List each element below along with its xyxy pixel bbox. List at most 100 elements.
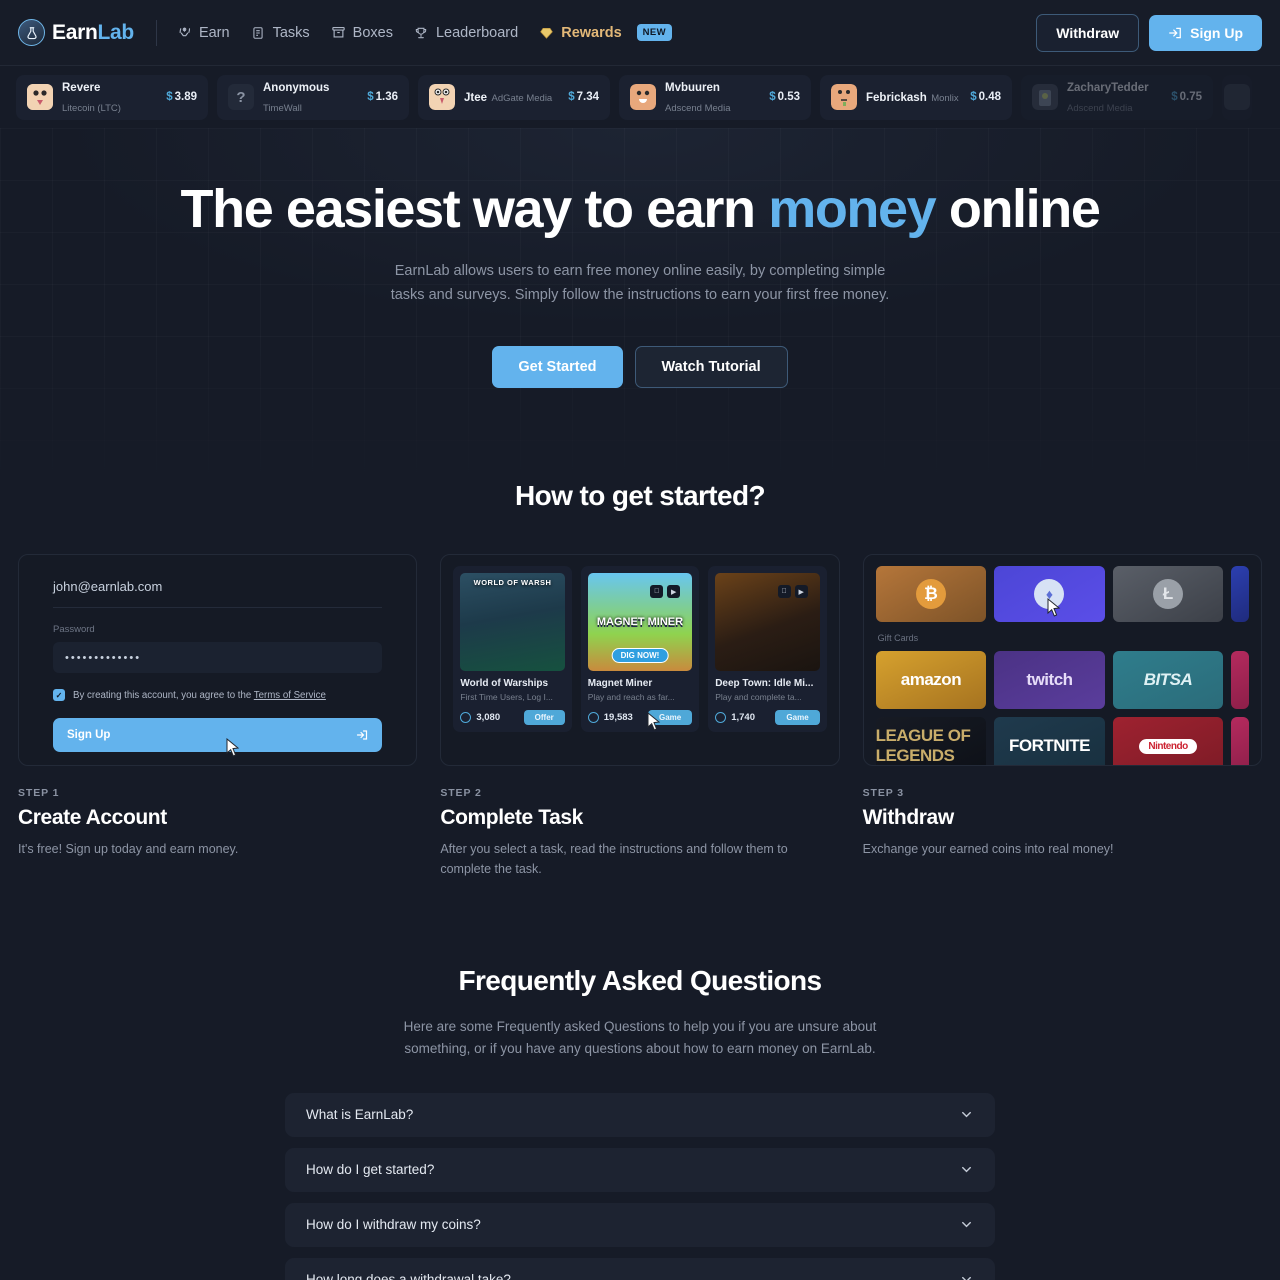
ticker-item[interactable]: ? Anonymous TimeWall $1.36 xyxy=(217,74,409,120)
mock-password-input[interactable]: ••••••••••••• xyxy=(53,642,383,673)
crypto-tile-partial[interactable] xyxy=(1231,566,1249,622)
signup-button[interactable]: Sign Up xyxy=(1149,14,1262,51)
mock-signup-button[interactable]: Sign Up xyxy=(53,718,383,757)
ticker-item-partial[interactable] xyxy=(1222,74,1252,120)
ticker-item[interactable]: Revere Litecoin (LTC) $3.89 xyxy=(16,74,208,120)
step-description: It's free! Sign up today and earn money. xyxy=(18,842,239,856)
android-store-icon: ▶ xyxy=(794,585,808,598)
chevron-down-icon[interactable] xyxy=(959,1162,974,1177)
withdraw-button[interactable]: Withdraw xyxy=(1036,13,1140,52)
ticker-username: ZacharyTedder xyxy=(1067,82,1149,94)
ticker-item[interactable]: Jtee AdGate Media $7.34 xyxy=(418,74,610,120)
ticker-info: Anonymous TimeWall xyxy=(263,77,358,117)
checkbox-checked-icon[interactable]: ✓ xyxy=(53,689,65,701)
gift-card-bitsa[interactable]: BITSA xyxy=(1112,651,1224,709)
step-title: Withdraw xyxy=(862,806,955,829)
ticker-item[interactable]: Mvbuuren Adscend Media $0.53 xyxy=(619,74,811,120)
ticker-item[interactable]: ZacharyTedder Adscend Media $0.75 xyxy=(1021,74,1213,120)
gift-cards-row-1: amazon twitch BITSA xyxy=(875,651,1249,709)
faq-question: How long does a withdrawal take? xyxy=(306,1272,511,1280)
ticker-amount: $3.89 xyxy=(166,91,197,103)
step-title: Create Account xyxy=(18,806,167,829)
faq-question: How do I get started? xyxy=(306,1162,435,1178)
task-subtitle: Play and complete ta... xyxy=(715,692,802,702)
faq-item[interactable]: How do I get started? xyxy=(285,1147,995,1192)
chevron-down-icon[interactable] xyxy=(959,1107,974,1122)
ticker-username: Mvbuuren xyxy=(665,82,720,94)
mock-divider xyxy=(53,607,383,608)
coin-icon xyxy=(460,712,472,723)
brand-logo[interactable]: EarnLab xyxy=(18,19,134,46)
chevron-down-icon[interactable] xyxy=(959,1217,974,1232)
ticker-amount: $7.34 xyxy=(568,91,599,103)
gift-card-league-of-legends[interactable]: LEAGUE OF LEGENDS xyxy=(875,717,987,765)
apple-store-icon:  xyxy=(777,585,791,598)
mock-task-item[interactable]: WORLD OF WARSH World of Warships First T… xyxy=(453,566,572,732)
nintendo-label: Nintendo xyxy=(1139,738,1197,754)
nav-item-earn[interactable]: Earn xyxy=(177,25,230,41)
trophy-icon xyxy=(414,25,429,40)
ticker-item[interactable]: Febrickash Monlix $0.48 xyxy=(820,74,1012,120)
faq-item[interactable]: How do I withdraw my coins? xyxy=(285,1202,995,1247)
task-action-button[interactable]: Offer xyxy=(523,710,565,725)
avatar-revere xyxy=(27,84,53,110)
step-label: STEP 2 xyxy=(440,787,482,799)
watch-tutorial-button[interactable]: Watch Tutorial xyxy=(634,346,788,389)
recent-payouts-ticker[interactable]: Revere Litecoin (LTC) $3.89 ? Anonymous … xyxy=(0,66,1280,128)
mock-task-item[interactable]:  ▶ Deep Town: Idle Mi... Play and compl… xyxy=(708,566,827,732)
get-started-button[interactable]: Get Started xyxy=(492,346,623,389)
avatar-zacharytedder xyxy=(1032,84,1058,110)
nav-item-rewards[interactable]: Rewards NEW xyxy=(539,24,673,41)
ticker-info: Revere Litecoin (LTC) xyxy=(62,77,157,117)
avatar-febrickash xyxy=(831,84,857,110)
task-name: Magnet Miner xyxy=(587,678,653,689)
step-card-1: john@earnlab.com Password ••••••••••••• … xyxy=(18,554,418,879)
ethereum-icon: ♦ xyxy=(1034,579,1065,609)
step-card-3: ₿ ♦ Ł Gift Cards amazon twitch BITSA LEA… xyxy=(862,554,1262,879)
faq-item[interactable]: How long does a withdrawal take? xyxy=(285,1257,995,1280)
gift-card-fortnite[interactable]: FORTNITE xyxy=(994,717,1105,765)
ticker-amount: $1.36 xyxy=(367,91,398,103)
ticker-source: Litecoin (LTC) xyxy=(62,103,121,114)
task-action-button[interactable]: Game xyxy=(647,710,693,725)
mock-task-item[interactable]: MAGNET MINER DIG NOW!  ▶ Magnet Miner P… xyxy=(580,566,700,732)
mock-terms-row[interactable]: ✓ By creating this account, you agree to… xyxy=(53,689,382,701)
ticker-amount: $0.75 xyxy=(1171,91,1202,103)
nav-item-leaderboard[interactable]: Leaderboard xyxy=(414,25,518,41)
coin-icon xyxy=(715,712,727,723)
faq-item[interactable]: What is EarnLab? xyxy=(285,1092,995,1137)
task-reward: 19,583 xyxy=(587,712,633,723)
task-action-button[interactable]: Game xyxy=(775,710,820,725)
nav-label: Leaderboard xyxy=(435,24,519,41)
litecoin-icon: Ł xyxy=(1153,579,1184,609)
crypto-tile-litecoin[interactable]: Ł xyxy=(1112,566,1224,622)
gift-card-partial[interactable] xyxy=(1231,717,1249,765)
withdraw-mock: ₿ ♦ Ł Gift Cards amazon twitch BITSA LEA… xyxy=(862,554,1262,766)
ticker-source: Adscend Media xyxy=(1067,103,1133,114)
crypto-tile-ethereum[interactable]: ♦ xyxy=(994,566,1105,622)
faq-section: Frequently Asked Questions Here are some… xyxy=(0,965,1280,1280)
flask-icon xyxy=(18,19,45,46)
step-label: STEP 1 xyxy=(18,787,60,799)
signup-label: Sign Up xyxy=(1190,24,1243,41)
nav-item-boxes[interactable]: Boxes xyxy=(331,25,393,41)
nav-item-tasks[interactable]: Tasks xyxy=(251,25,310,41)
ticker-username: Revere xyxy=(62,82,101,94)
store-chips:  ▶ xyxy=(650,585,681,598)
gift-cards-label: Gift Cards xyxy=(877,633,919,643)
hero-actions: Get Started Watch Tutorial xyxy=(0,346,1280,389)
task-thumbnail: MAGNET MINER DIG NOW!  ▶ xyxy=(587,573,693,671)
hero-subtitle: EarnLab allows users to earn free money … xyxy=(390,263,890,303)
gift-card-nintendo[interactable]: Nintendo xyxy=(1112,717,1224,765)
hands-coin-icon xyxy=(177,25,192,40)
nav-label: Boxes xyxy=(352,24,393,41)
gift-card-twitch[interactable]: twitch xyxy=(994,651,1105,709)
gift-card-amazon[interactable]: amazon xyxy=(875,651,987,709)
gift-card-partial[interactable] xyxy=(1231,651,1249,709)
avatar-jtee xyxy=(429,84,455,110)
brand-name: EarnLab xyxy=(52,20,134,44)
store-chips:  ▶ xyxy=(777,585,808,598)
chevron-down-icon[interactable] xyxy=(959,1272,974,1280)
gem-icon xyxy=(539,25,554,40)
crypto-tile-bitcoin[interactable]: ₿ xyxy=(875,566,987,622)
